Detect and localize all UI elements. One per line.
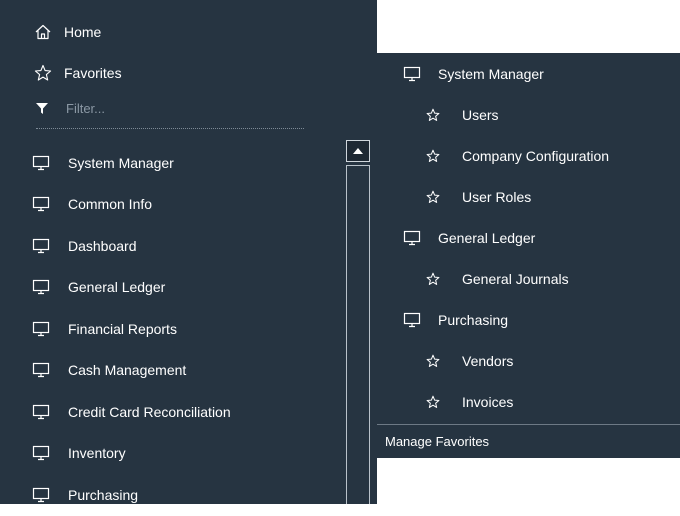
- favorite-item-company-configuration[interactable]: Company Configuration: [377, 135, 680, 176]
- favorites-group-label: Purchasing: [438, 311, 509, 328]
- module-item-system-manager[interactable]: System Manager: [32, 142, 342, 184]
- star-icon: [426, 395, 440, 409]
- monitor-icon: [403, 66, 421, 82]
- module-item-credit-card-reconciliation[interactable]: Credit Card Reconciliation: [32, 391, 342, 433]
- favorites-group-label: System Manager: [438, 65, 544, 82]
- caret-up-icon: [353, 148, 363, 154]
- star-icon: [426, 149, 440, 163]
- module-item-label: Credit Card Reconciliation: [68, 403, 231, 420]
- favorite-item-label: Invoices: [462, 393, 514, 410]
- module-item-financial-reports[interactable]: Financial Reports: [32, 308, 342, 350]
- monitor-icon: [32, 404, 50, 420]
- module-item-label: Inventory: [68, 445, 126, 462]
- filter-input[interactable]: Filter...: [34, 97, 105, 119]
- nav-favorites-label: Favorites: [64, 65, 122, 81]
- scroll-track[interactable]: [346, 165, 370, 504]
- module-list: System Manager Common Info Dashboard Genera…: [32, 142, 342, 516]
- favorite-item-label: User Roles: [462, 188, 532, 205]
- monitor-icon: [32, 196, 50, 212]
- favorites-group-label: General Ledger: [438, 229, 536, 246]
- scrollbar[interactable]: [346, 140, 372, 504]
- monitor-icon: [32, 155, 50, 171]
- monitor-icon: [403, 230, 421, 246]
- manage-favorites-label: Manage Favorites: [385, 434, 490, 449]
- navigation-sidebar: Home Favorites Filter... System Manager C…: [0, 0, 377, 504]
- module-item-label: System Manager: [68, 154, 174, 171]
- favorite-item-label: General Journals: [462, 270, 569, 287]
- favorite-item-user-roles[interactable]: User Roles: [377, 176, 680, 217]
- module-item-purchasing[interactable]: Purchasing: [32, 474, 342, 516]
- favorites-flyout: System Manager Users Company Configuration…: [377, 53, 680, 458]
- monitor-icon: [32, 321, 50, 337]
- home-icon: [34, 23, 52, 41]
- favorite-item-vendors[interactable]: Vendors: [377, 340, 680, 381]
- monitor-icon: [32, 279, 50, 295]
- favorite-item-invoices[interactable]: Invoices: [377, 381, 680, 422]
- filter-placeholder: Filter...: [66, 100, 106, 116]
- favorite-item-general-journals[interactable]: General Journals: [377, 258, 680, 299]
- module-item-label: Cash Management: [68, 362, 187, 379]
- scroll-up-button[interactable]: [346, 140, 370, 162]
- module-item-label: General Ledger: [68, 279, 166, 296]
- module-item-general-ledger[interactable]: General Ledger: [32, 267, 342, 309]
- module-item-common-info[interactable]: Common Info: [32, 184, 342, 226]
- star-icon: [426, 190, 440, 204]
- module-item-label: Common Info: [68, 196, 153, 213]
- monitor-icon: [32, 362, 50, 378]
- favorites-group-general-ledger[interactable]: General Ledger: [377, 217, 680, 258]
- monitor-icon: [32, 487, 50, 503]
- favorite-item-label: Company Configuration: [462, 147, 610, 164]
- favorite-item-users[interactable]: Users: [377, 94, 680, 135]
- module-item-label: Financial Reports: [68, 320, 177, 337]
- manage-favorites-link[interactable]: Manage Favorites: [377, 424, 680, 458]
- module-item-inventory[interactable]: Inventory: [32, 433, 342, 475]
- nav-home-label: Home: [64, 24, 102, 40]
- nav-home[interactable]: Home: [34, 20, 101, 44]
- star-icon: [426, 354, 440, 368]
- filter-funnel-icon: [34, 100, 50, 116]
- favorites-group-purchasing[interactable]: Purchasing: [377, 299, 680, 340]
- divider: [36, 128, 304, 129]
- star-icon: [426, 272, 440, 286]
- module-item-label: Purchasing: [68, 486, 139, 503]
- nav-favorites[interactable]: Favorites: [34, 61, 122, 85]
- monitor-icon: [403, 312, 421, 328]
- module-item-label: Dashboard: [68, 237, 137, 254]
- monitor-icon: [32, 445, 50, 461]
- star-icon: [426, 108, 440, 122]
- favorite-item-label: Vendors: [462, 352, 514, 369]
- favorites-list: System Manager Users Company Configuration…: [377, 53, 680, 422]
- favorites-group-system-manager[interactable]: System Manager: [377, 53, 680, 94]
- module-item-dashboard[interactable]: Dashboard: [32, 225, 342, 267]
- star-outline-icon: [34, 64, 52, 82]
- module-item-cash-management[interactable]: Cash Management: [32, 350, 342, 392]
- favorite-item-label: Users: [462, 106, 499, 123]
- monitor-icon: [32, 238, 50, 254]
